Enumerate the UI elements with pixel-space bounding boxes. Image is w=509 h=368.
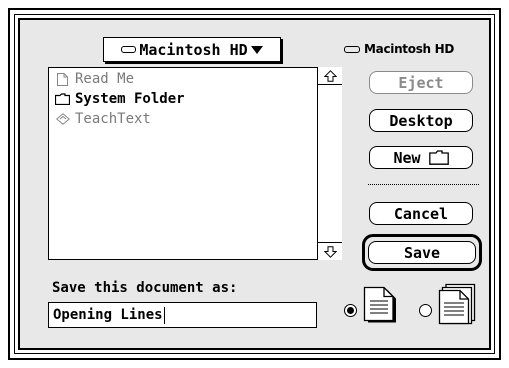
desktop-button-label: Desktop [389,111,453,130]
disk-popup-label: Macintosh HD [139,40,248,59]
scroll-down-button[interactable] [318,242,342,260]
eject-button-label: Eject [398,73,444,92]
arrow-down-icon [323,245,337,258]
disk-icon [121,46,137,53]
volume-name: Macintosh HD [364,42,455,56]
radio-text-document[interactable] [344,304,357,317]
new-folder-button[interactable]: New [369,146,473,169]
list-item[interactable]: Read Me [55,70,134,88]
application-icon [55,113,70,125]
save-button-label: Save [403,243,441,262]
filename-value: Opening Lines [53,307,163,323]
arrow-up-icon [323,69,337,82]
hard-disk-icon [344,45,360,53]
text-caret [163,306,165,324]
document-icon [55,72,70,86]
chevron-down-icon [250,45,263,54]
file-list-scrollbar[interactable] [317,67,342,260]
folder-icon [55,93,70,105]
radio-stationery-document[interactable] [419,304,432,317]
cancel-button[interactable]: Cancel [369,202,473,225]
desktop-button[interactable]: Desktop [369,109,473,132]
new-folder-icon [428,150,449,165]
stationery-document-icon[interactable] [438,283,478,325]
file-name: System Folder [75,91,185,107]
new-folder-button-label: New [393,148,421,167]
file-list[interactable]: Read Me System Folder TeachText [48,67,342,260]
list-item[interactable]: TeachText [55,110,151,128]
cancel-button-label: Cancel [393,204,449,223]
volume-indicator: Macintosh HD [344,40,484,58]
disk-popup-menu[interactable]: Macintosh HD [103,37,281,62]
filename-input[interactable]: Opening Lines [48,302,317,328]
save-button[interactable]: Save [368,241,476,264]
list-item[interactable]: System Folder [55,90,185,108]
save-as-label: Save this document as: [52,280,238,296]
eject-button[interactable]: Eject [369,71,473,94]
text-document-icon[interactable] [363,286,397,324]
radio-selected-dot [347,307,354,314]
scroll-up-button[interactable] [318,67,342,85]
button-separator [368,184,479,185]
file-name: TeachText [75,111,151,127]
file-name: Read Me [75,71,135,87]
